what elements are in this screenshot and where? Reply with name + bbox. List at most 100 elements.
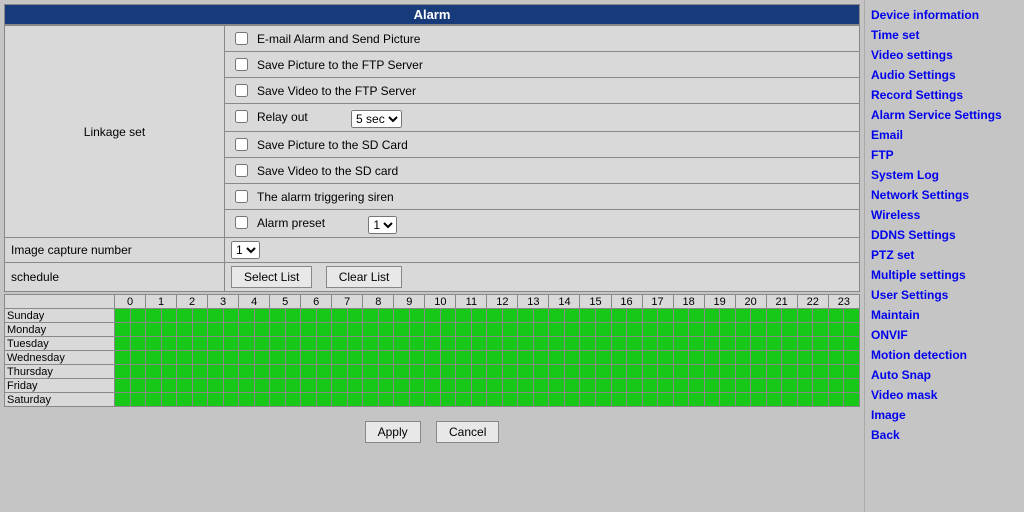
schedule-slot[interactable] — [363, 379, 379, 393]
schedule-slot[interactable] — [208, 323, 224, 337]
schedule-slot[interactable] — [813, 379, 829, 393]
schedule-slot[interactable] — [146, 309, 162, 323]
schedule-slot[interactable] — [115, 365, 131, 379]
schedule-slot[interactable] — [844, 365, 860, 379]
schedule-slot[interactable] — [223, 365, 239, 379]
schedule-slot[interactable] — [704, 379, 720, 393]
schedule-slot[interactable] — [766, 309, 782, 323]
schedule-slot[interactable] — [378, 379, 394, 393]
schedule-slot[interactable] — [161, 337, 177, 351]
chk-alarm-preset[interactable] — [235, 216, 248, 229]
schedule-slot[interactable] — [595, 309, 611, 323]
schedule-slot[interactable] — [161, 309, 177, 323]
schedule-slot[interactable] — [595, 323, 611, 337]
schedule-slot[interactable] — [363, 309, 379, 323]
schedule-slot[interactable] — [627, 379, 643, 393]
schedule-slot[interactable] — [223, 351, 239, 365]
schedule-slot[interactable] — [208, 309, 224, 323]
schedule-slot[interactable] — [549, 393, 565, 407]
sidebar-item-email[interactable]: Email — [871, 128, 1018, 142]
sidebar-item-user-settings[interactable]: User Settings — [871, 288, 1018, 302]
sidebar-item-auto-snap[interactable]: Auto Snap — [871, 368, 1018, 382]
schedule-slot[interactable] — [735, 337, 751, 351]
schedule-slot[interactable] — [627, 323, 643, 337]
schedule-slot[interactable] — [518, 309, 534, 323]
schedule-slot[interactable] — [673, 351, 689, 365]
schedule-slot[interactable] — [658, 365, 674, 379]
sidebar-item-time-set[interactable]: Time set — [871, 28, 1018, 42]
schedule-slot[interactable] — [797, 365, 813, 379]
schedule-slot[interactable] — [549, 351, 565, 365]
schedule-slot[interactable] — [797, 393, 813, 407]
schedule-slot[interactable] — [844, 379, 860, 393]
schedule-slot[interactable] — [394, 337, 410, 351]
schedule-slot[interactable] — [394, 393, 410, 407]
schedule-slot[interactable] — [813, 337, 829, 351]
sidebar-item-device-information[interactable]: Device information — [871, 8, 1018, 22]
schedule-slot[interactable] — [766, 323, 782, 337]
schedule-slot[interactable] — [580, 393, 596, 407]
schedule-slot[interactable] — [580, 337, 596, 351]
schedule-slot[interactable] — [115, 351, 131, 365]
sidebar-item-ddns-settings[interactable]: DDNS Settings — [871, 228, 1018, 242]
relay-out-select[interactable]: 5 sec — [351, 110, 402, 128]
schedule-slot[interactable] — [223, 379, 239, 393]
schedule-slot[interactable] — [146, 337, 162, 351]
schedule-slot[interactable] — [440, 365, 456, 379]
schedule-slot[interactable] — [518, 379, 534, 393]
schedule-slot[interactable] — [766, 351, 782, 365]
schedule-slot[interactable] — [564, 351, 580, 365]
schedule-slot[interactable] — [425, 337, 441, 351]
schedule-slot[interactable] — [828, 323, 844, 337]
sidebar-item-motion-detection[interactable]: Motion detection — [871, 348, 1018, 362]
schedule-slot[interactable] — [115, 393, 131, 407]
schedule-slot[interactable] — [440, 309, 456, 323]
schedule-slot[interactable] — [627, 351, 643, 365]
schedule-slot[interactable] — [689, 351, 705, 365]
schedule-slot[interactable] — [518, 351, 534, 365]
schedule-slot[interactable] — [440, 337, 456, 351]
schedule-slot[interactable] — [751, 393, 767, 407]
schedule-slot[interactable] — [471, 309, 487, 323]
schedule-slot[interactable] — [425, 309, 441, 323]
schedule-slot[interactable] — [704, 365, 720, 379]
schedule-slot[interactable] — [239, 365, 255, 379]
schedule-slot[interactable] — [130, 351, 146, 365]
schedule-slot[interactable] — [177, 365, 193, 379]
schedule-slot[interactable] — [316, 337, 332, 351]
schedule-slot[interactable] — [409, 309, 425, 323]
schedule-slot[interactable] — [751, 379, 767, 393]
schedule-slot[interactable] — [487, 309, 503, 323]
schedule-slot[interactable] — [208, 351, 224, 365]
schedule-slot[interactable] — [766, 365, 782, 379]
schedule-slot[interactable] — [409, 393, 425, 407]
schedule-slot[interactable] — [751, 323, 767, 337]
schedule-slot[interactable] — [782, 379, 798, 393]
schedule-slot[interactable] — [301, 379, 317, 393]
schedule-slot[interactable] — [316, 393, 332, 407]
schedule-slot[interactable] — [720, 337, 736, 351]
schedule-slot[interactable] — [766, 379, 782, 393]
schedule-slot[interactable] — [658, 337, 674, 351]
schedule-slot[interactable] — [425, 323, 441, 337]
schedule-slot[interactable] — [549, 365, 565, 379]
opt-email-alarm[interactable]: E-mail Alarm and Send Picture — [231, 29, 420, 48]
sidebar-item-image[interactable]: Image — [871, 408, 1018, 422]
schedule-slot[interactable] — [146, 323, 162, 337]
schedule-slot[interactable] — [239, 351, 255, 365]
schedule-slot[interactable] — [751, 351, 767, 365]
schedule-slot[interactable] — [611, 309, 627, 323]
schedule-slot[interactable] — [316, 309, 332, 323]
schedule-slot[interactable] — [332, 365, 348, 379]
cancel-button[interactable]: Cancel — [436, 421, 499, 443]
schedule-slot[interactable] — [254, 365, 270, 379]
schedule-slot[interactable] — [627, 393, 643, 407]
schedule-slot[interactable] — [332, 337, 348, 351]
schedule-slot[interactable] — [192, 337, 208, 351]
sidebar-item-multiple-settings[interactable]: Multiple settings — [871, 268, 1018, 282]
schedule-slot[interactable] — [502, 337, 518, 351]
schedule-slot[interactable] — [533, 365, 549, 379]
schedule-slot[interactable] — [689, 393, 705, 407]
schedule-slot[interactable] — [689, 365, 705, 379]
schedule-slot[interactable] — [673, 365, 689, 379]
